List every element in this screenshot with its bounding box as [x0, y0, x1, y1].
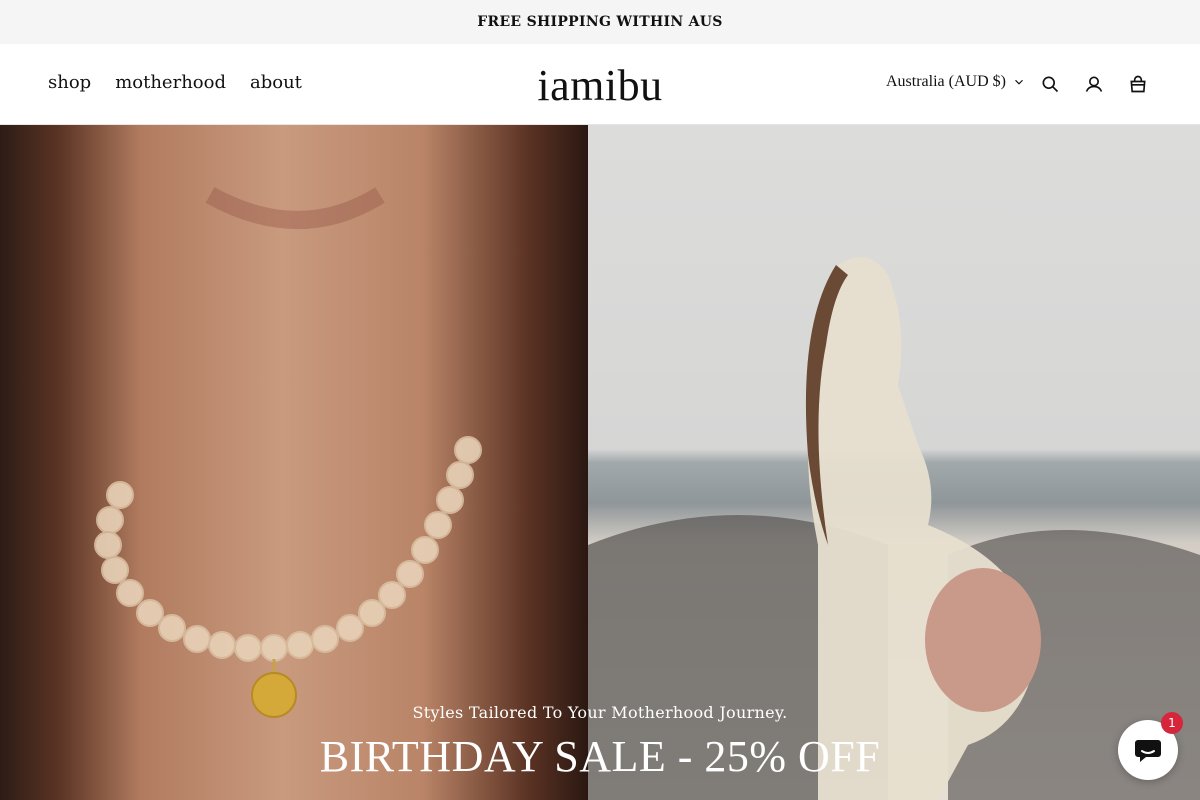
site-header: shop motherhood about iamibu Australia (…: [0, 44, 1200, 125]
announcement-text: FREE SHIPPING WITHIN AUS: [477, 14, 723, 30]
cart-icon: [1130, 75, 1146, 93]
account-button[interactable]: [1082, 72, 1106, 96]
beach-illustration: [588, 257, 1200, 800]
chat-badge: 1: [1161, 712, 1183, 734]
logo-link[interactable]: iamibu: [537, 61, 662, 110]
necklace-illustration: [94, 187, 482, 718]
main-nav: shop motherhood about: [48, 72, 302, 93]
currency-label: Australia (AUD $): [886, 73, 1006, 90]
account-icon: [1085, 76, 1103, 92]
cart-button[interactable]: [1126, 72, 1150, 96]
hero-image-necklace: [0, 125, 588, 800]
announcement-bar: FREE SHIPPING WITHIN AUS: [0, 0, 1200, 44]
hero-subtitle: Styles Tailored To Your Motherhood Journ…: [412, 703, 788, 722]
hero-title: BIRTHDAY SALE - 25% OFF: [319, 732, 881, 781]
nav-item-shop[interactable]: shop: [48, 72, 91, 93]
search-button[interactable]: [1038, 72, 1062, 96]
currency-selector[interactable]: Australia (AUD $): [886, 73, 1026, 91]
nav-item-about[interactable]: about: [250, 72, 302, 93]
chevron-down-icon: [1015, 79, 1023, 85]
nav-item-motherhood[interactable]: motherhood: [115, 72, 226, 93]
search-icon: [1042, 76, 1059, 93]
hero-banner: Styles Tailored To Your Motherhood Journ…: [0, 125, 1200, 800]
hero-image-beach: [588, 125, 1200, 800]
chat-bubble-icon: [1135, 740, 1161, 762]
